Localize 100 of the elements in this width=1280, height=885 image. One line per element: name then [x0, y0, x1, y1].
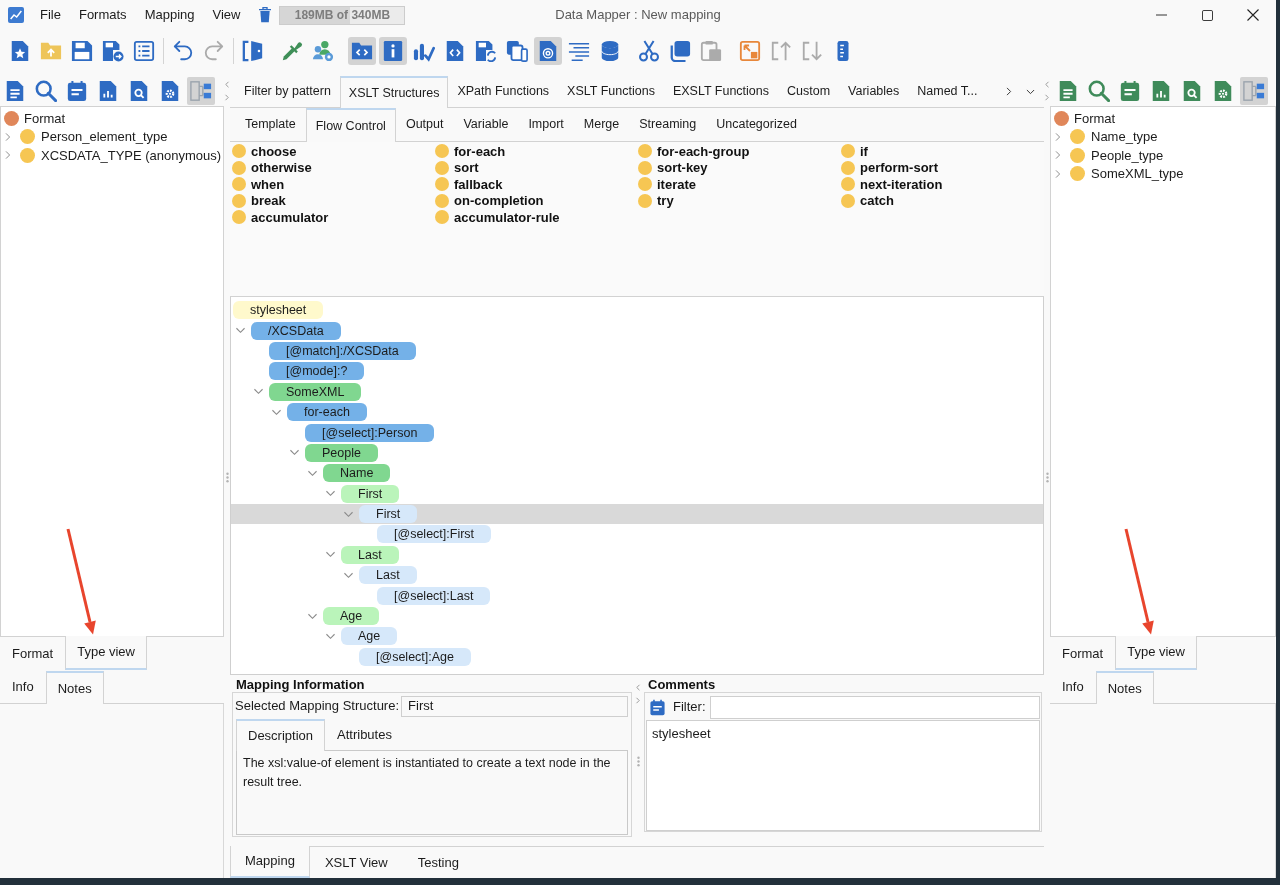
tree-node[interactable]: Last [359, 566, 417, 585]
tab[interactable]: Attributes [325, 719, 404, 750]
tree-node[interactable]: Name [323, 464, 391, 483]
tab[interactable]: Type view [1115, 636, 1197, 670]
tab[interactable]: Variables [839, 76, 909, 107]
tree-node[interactable]: Last [341, 545, 399, 564]
tab[interactable]: Flow Control [305, 108, 396, 142]
search-icon [1088, 80, 1110, 102]
tab[interactable]: Variable [453, 108, 519, 141]
tab[interactable]: Filter by pattern [235, 76, 340, 107]
tree-node[interactable]: [@mode]:? [269, 362, 365, 381]
trash-button[interactable] [257, 6, 274, 24]
chevron-left-icon[interactable] [1044, 80, 1050, 89]
grip-icon[interactable] [225, 471, 229, 483]
tree-node[interactable]: Age [341, 627, 398, 646]
grip-icon[interactable] [636, 756, 640, 767]
section-title: Mapping Information [235, 677, 365, 692]
structure-item[interactable]: fallback [435, 176, 507, 193]
tab[interactable]: Info [1050, 671, 1096, 703]
tree-node[interactable]: Age [323, 607, 380, 626]
description-text: The xsl:value-of element is instantiated to create a text node in the result tree. [243, 755, 612, 791]
tree-node[interactable]: for-each [287, 403, 367, 422]
tree-node[interactable]: People [305, 443, 378, 462]
structure-item[interactable]: sort [435, 159, 483, 176]
tree-node[interactable]: /XCSData [251, 321, 341, 340]
tree-node[interactable]: SomeXML [269, 382, 362, 401]
tree-layout-icon [190, 80, 212, 102]
structure-item[interactable]: next-iteration [841, 176, 947, 193]
tab[interactable]: Type view [65, 636, 147, 670]
tree-node[interactable]: stylesheet [233, 301, 324, 320]
tree-item[interactable]: Name_type [1091, 127, 1158, 147]
tab[interactable]: XSLT Functions [558, 76, 664, 107]
tab[interactable]: Named T... [908, 76, 987, 107]
tree-node[interactable]: [@select]:Person [305, 423, 435, 442]
structure-item[interactable]: catch [841, 192, 898, 209]
tab[interactable]: Mapping [230, 846, 310, 878]
structure-item[interactable]: perform-sort [841, 159, 942, 176]
structure-field[interactable]: First [401, 695, 628, 717]
tab[interactable]: Streaming [629, 108, 707, 141]
tab[interactable]: Uncategorized [706, 108, 807, 141]
tab[interactable]: Merge [573, 108, 630, 141]
tree-item[interactable]: XCSDATA_TYPE (anonymous) [41, 145, 222, 165]
selected-row[interactable]: First [231, 503, 1043, 525]
structure-item[interactable]: iterate [638, 176, 701, 193]
menu-item[interactable]: Mapping [135, 5, 204, 25]
structure-item[interactable]: otherwise [232, 159, 316, 176]
tab[interactable]: XPath Functions [448, 76, 559, 107]
filter-field[interactable] [709, 695, 1040, 719]
tree-node[interactable]: [@select]:First [377, 525, 492, 544]
tree-item[interactable]: Format [24, 108, 66, 128]
structure-item[interactable]: break [232, 192, 290, 209]
tree-node[interactable]: [@select]:Age [359, 647, 471, 666]
tab[interactable]: EXSLT Functions [663, 76, 778, 107]
layout-button[interactable] [187, 77, 215, 105]
structure-item[interactable]: accumulator [232, 209, 333, 226]
structure-item[interactable]: for-each-group [638, 143, 754, 160]
menu-item[interactable]: Formats [69, 5, 136, 25]
structure-item[interactable]: choose [232, 143, 301, 160]
tab[interactable]: Template [235, 108, 306, 141]
tab[interactable]: Notes [45, 671, 104, 704]
structure-item[interactable]: accumulator-rule [435, 209, 564, 226]
tree-node[interactable]: [@match]:/XCSData [269, 341, 416, 360]
memory-reading: 189MB of 340MB [294, 8, 391, 22]
structure-item[interactable]: sort-key [638, 159, 712, 176]
trash-icon [258, 7, 273, 23]
tab[interactable]: Output [395, 108, 454, 141]
tab[interactable]: Description [236, 719, 326, 751]
structure-item[interactable]: if [841, 143, 872, 160]
layout-button[interactable] [1240, 77, 1268, 105]
comment-item[interactable]: stylesheet [652, 724, 711, 744]
tab[interactable]: XSLT View [309, 847, 403, 878]
structure-item[interactable]: on-completion [435, 192, 548, 209]
notepad-icon [1119, 80, 1141, 102]
grip-icon[interactable] [1045, 471, 1049, 483]
chevron-left-icon[interactable] [635, 683, 641, 692]
filter-label: Filter: [673, 698, 706, 717]
tree-node[interactable]: First [359, 505, 418, 524]
tab[interactable]: Notes [1095, 671, 1154, 704]
tab[interactable]: Import [518, 108, 574, 141]
structure-item[interactable]: for-each [435, 143, 510, 160]
chevron-right-icon[interactable] [1005, 85, 1013, 98]
tree-item[interactable]: Format [1074, 108, 1116, 128]
tab[interactable]: Testing [402, 847, 474, 878]
structure-item[interactable]: try [638, 192, 678, 209]
tree-node[interactable]: First [341, 484, 400, 503]
menu-item[interactable]: View [203, 5, 250, 25]
tree-item[interactable]: People_type [1091, 145, 1164, 165]
structure-item[interactable]: when [232, 176, 289, 193]
tab[interactable]: XSLT Structures [339, 76, 449, 108]
tab[interactable]: Custom [778, 76, 840, 107]
chevron-down-icon[interactable] [1024, 87, 1037, 96]
tab[interactable]: Format [1050, 637, 1116, 670]
tree-node[interactable]: [@select]:Last [377, 586, 491, 605]
chevron-left-icon[interactable] [224, 80, 230, 89]
tab[interactable]: Format [0, 637, 66, 670]
tab[interactable]: Info [0, 671, 46, 703]
tree-item[interactable]: SomeXML_type [1091, 164, 1184, 184]
menu-item[interactable]: File [31, 5, 70, 25]
field-label: Selected Mapping Structure: [235, 697, 400, 716]
tree-item[interactable]: Person_element_type [41, 127, 168, 147]
